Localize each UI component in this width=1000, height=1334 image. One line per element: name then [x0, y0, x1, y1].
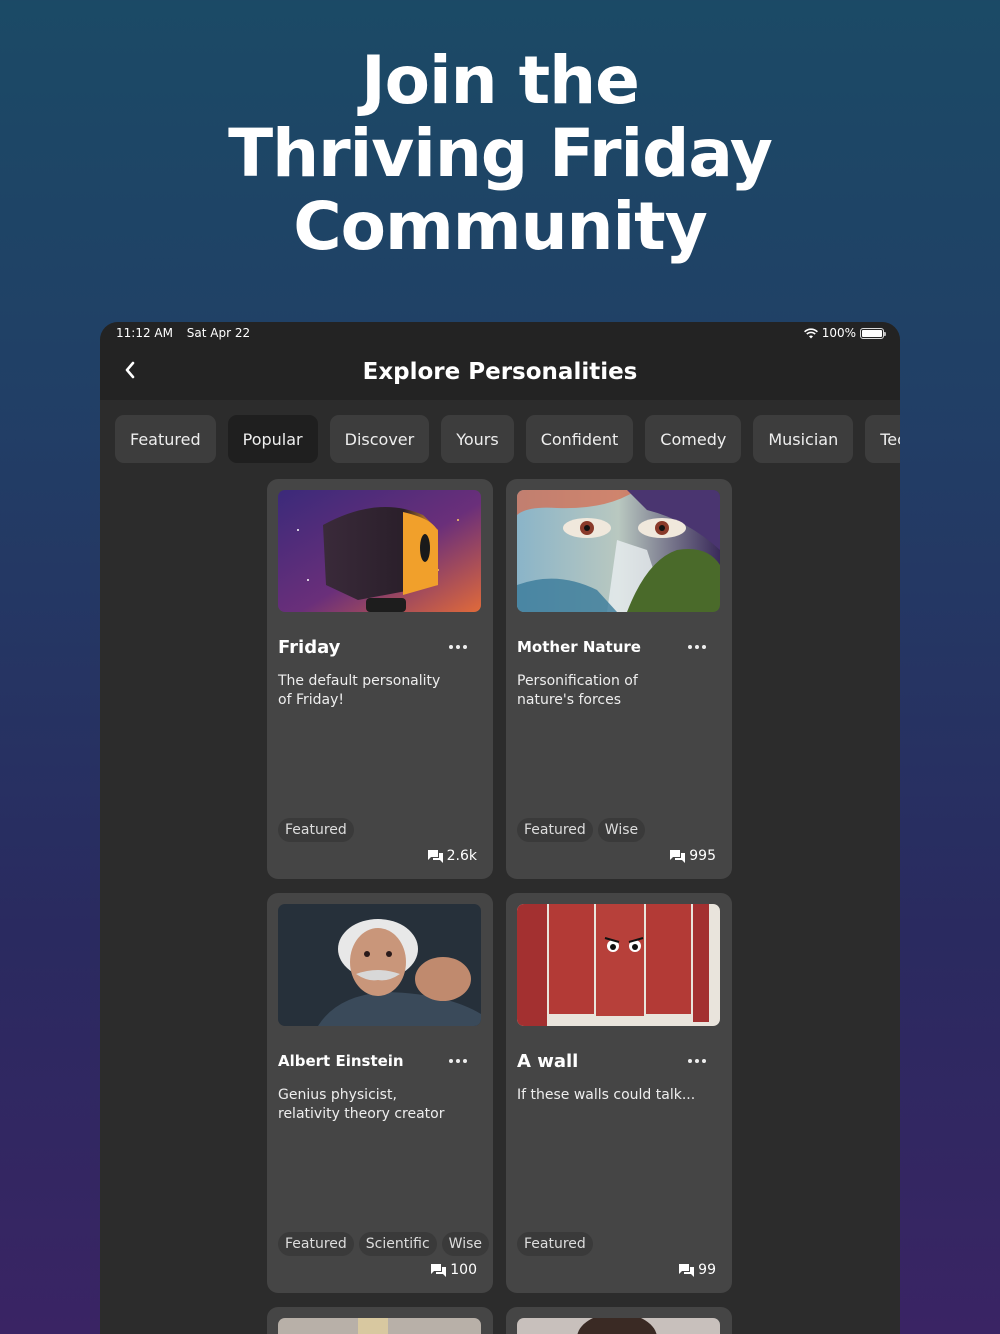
tab-comedy[interactable]: Comedy	[645, 415, 742, 463]
status-time: 11:12 AM	[116, 326, 173, 340]
tag: Featured	[517, 818, 593, 842]
personality-card-albert-einstein[interactable]: Albert Einstein Genius physicist, relati…	[267, 893, 493, 1293]
chat-count: 2.6k	[427, 848, 477, 864]
card-tags: Featured Scientific Wise	[278, 1232, 489, 1256]
hero-headline: Join the Thriving Friday Community	[0, 44, 1000, 263]
mother-nature-image	[517, 490, 720, 612]
card-description: If these walls could talk...	[517, 1087, 696, 1103]
card-name: Albert Einstein	[278, 1052, 404, 1070]
card-name: Friday	[278, 636, 341, 658]
chat-bubbles-icon	[670, 849, 686, 863]
personality-card-partial[interactable]	[506, 1307, 732, 1334]
card-name: A wall	[517, 1050, 579, 1072]
wall-image	[517, 904, 720, 1026]
tag: Featured	[517, 1232, 593, 1256]
albert-einstein-image	[278, 904, 481, 1026]
tab-musician[interactable]: Musician	[753, 415, 854, 463]
card-name: Mother Nature	[517, 638, 641, 656]
page-title: Explore Personalities	[362, 359, 638, 385]
card-image	[517, 1318, 720, 1334]
battery-percent: 100%	[821, 326, 856, 340]
card-tags: Featured Wise	[517, 818, 646, 842]
chat-count: 995	[670, 848, 716, 864]
personality-card-a-wall[interactable]: A wall If these walls could talk... Feat…	[506, 893, 732, 1293]
personality-card-friday[interactable]: Friday The default personality of Friday…	[267, 479, 493, 879]
chat-bubbles-icon	[431, 1263, 447, 1277]
card-description: The default personality of Friday!	[278, 673, 441, 708]
card-tags: Featured	[278, 818, 354, 842]
chevron-left-icon	[125, 361, 135, 379]
tab-popular[interactable]: Popular	[227, 415, 318, 463]
tab-yours[interactable]: Yours	[441, 415, 514, 463]
more-options-icon[interactable]	[449, 645, 467, 649]
hero-line-1: Join the	[361, 42, 640, 119]
chat-bubbles-icon	[427, 849, 443, 863]
personality-card-mother-nature[interactable]: Mother Nature Personification of nature'…	[506, 479, 732, 879]
card-description: Genius physicist, relativity theory crea…	[278, 1087, 445, 1122]
card-description: Personification of nature's forces	[517, 673, 638, 708]
tab-confident[interactable]: Confident	[525, 415, 634, 463]
friday-robot-image	[278, 490, 481, 612]
chat-bubbles-icon	[679, 1263, 695, 1277]
hero-line-2: Thriving Friday	[228, 115, 773, 192]
category-tabs: Featured Popular Discover Yours Confiden…	[100, 400, 900, 480]
tag: Scientific	[358, 1232, 437, 1256]
personality-grid: Friday The default personality of Friday…	[267, 479, 733, 1334]
more-options-icon[interactable]	[688, 645, 706, 649]
battery-icon	[860, 327, 886, 339]
tab-tech[interactable]: Tech-	[865, 415, 900, 463]
navigation-bar: Explore Personalities	[100, 344, 900, 400]
tag: Featured	[278, 818, 354, 842]
tag: Wise	[441, 1232, 489, 1256]
status-date: Sat Apr 22	[186, 326, 251, 340]
wifi-icon	[803, 327, 818, 338]
status-bar: 11:12 AM Sat Apr 22 100%	[100, 322, 900, 344]
tablet-screen: 11:12 AM Sat Apr 22 100% Explore Persona…	[100, 322, 900, 1334]
more-options-icon[interactable]	[688, 1059, 706, 1063]
card-tags: Featured	[517, 1232, 593, 1256]
card-image	[278, 1318, 481, 1334]
tag: Featured	[278, 1232, 354, 1256]
tab-discover[interactable]: Discover	[329, 415, 430, 463]
hero-line-3: Community	[293, 188, 708, 265]
tag: Wise	[597, 818, 646, 842]
back-button[interactable]	[118, 358, 142, 382]
personality-card-partial[interactable]	[267, 1307, 493, 1334]
chat-count: 100	[431, 1262, 477, 1278]
more-options-icon[interactable]	[449, 1059, 467, 1063]
tab-featured[interactable]: Featured	[115, 415, 216, 463]
chat-count: 99	[679, 1262, 716, 1278]
